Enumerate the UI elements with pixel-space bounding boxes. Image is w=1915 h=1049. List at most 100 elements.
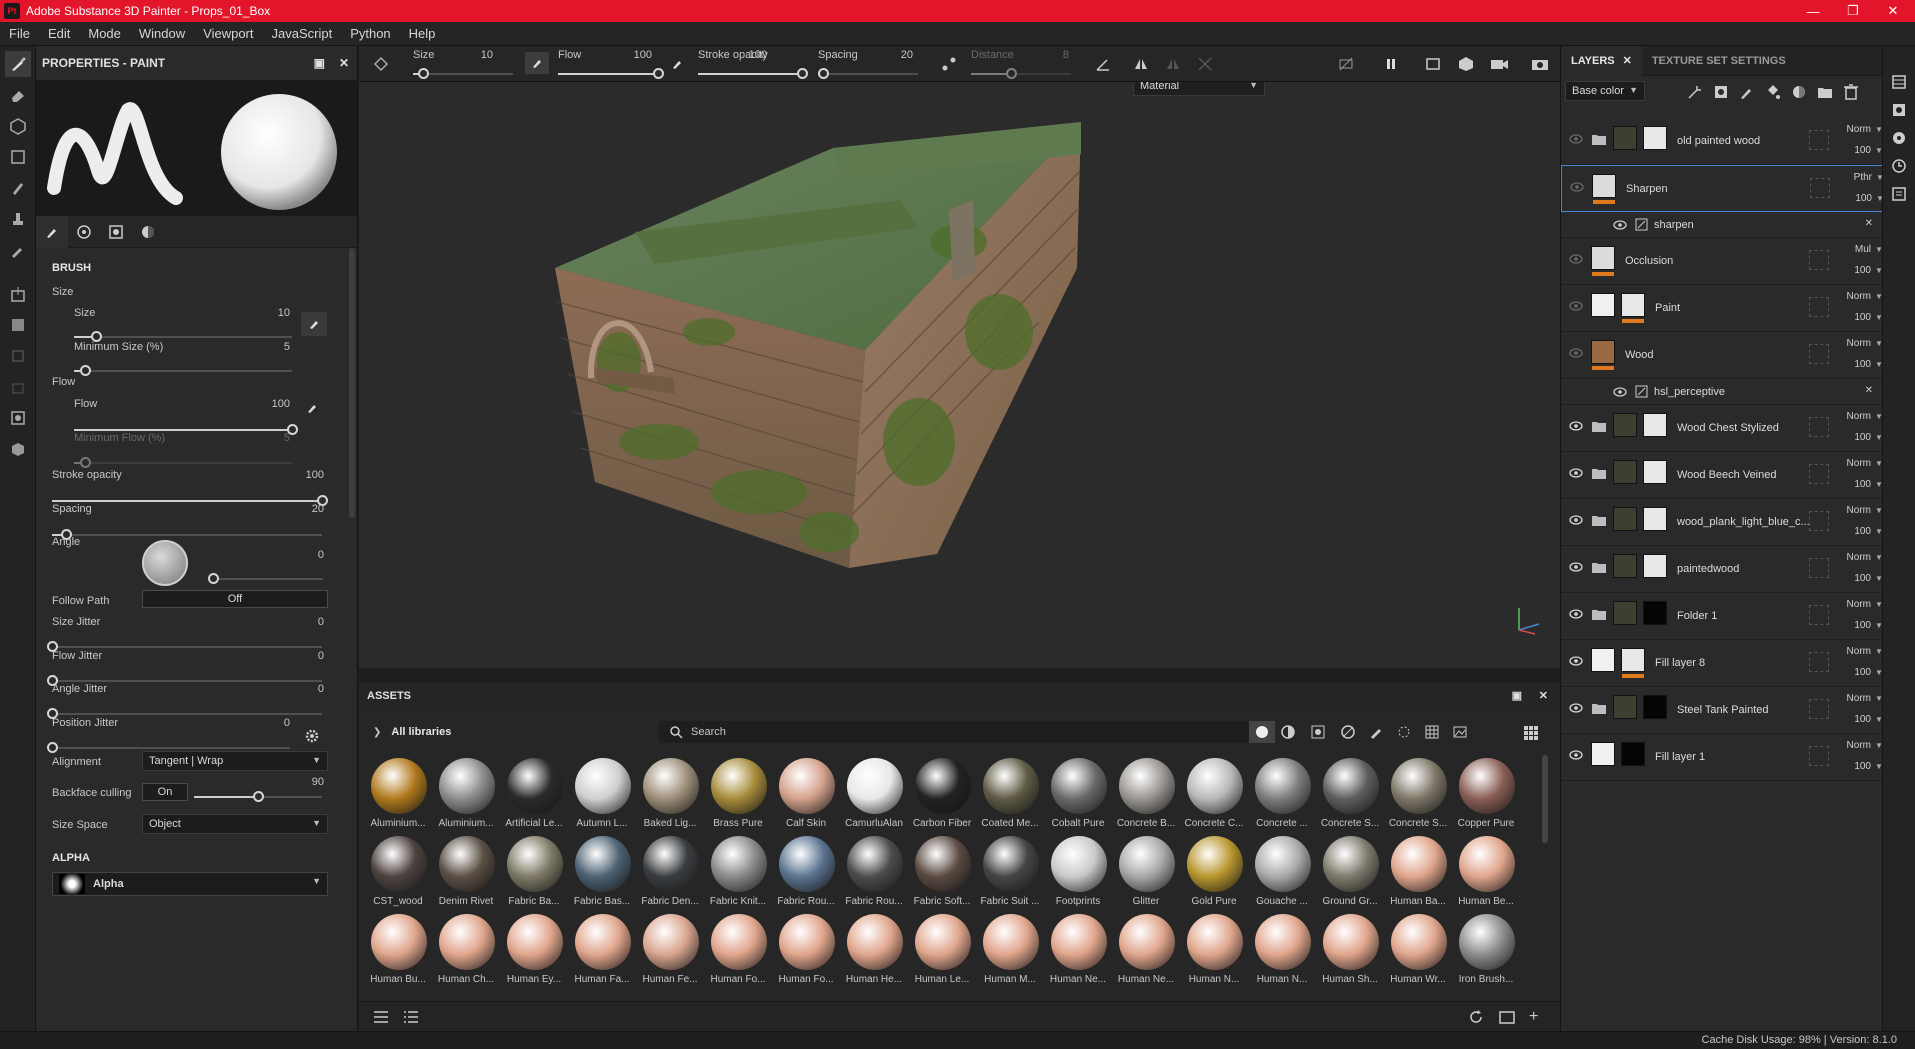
layer-opacity[interactable]: 100 — [1841, 573, 1871, 584]
filter-textures-icon[interactable] — [1425, 725, 1439, 742]
blend-mode[interactable]: Norm — [1841, 740, 1871, 751]
tb-size-handle[interactable] — [418, 68, 429, 79]
asset-thumbnail[interactable]: Concrete S... — [1317, 758, 1383, 836]
layer-opacity[interactable]: 100 — [1841, 714, 1871, 725]
min-size-slider[interactable] — [74, 365, 292, 376]
asset-thumbnail[interactable]: Human Bu... — [365, 914, 431, 992]
asset-thumbnail[interactable]: Ground Gr... — [1317, 836, 1383, 914]
backface-slider-handle[interactable] — [253, 791, 264, 802]
tab-texture-set-settings[interactable]: TEXTURE SET SETTINGS — [1642, 46, 1796, 76]
layer-opacity[interactable]: 100 — [1841, 479, 1871, 490]
shelf-tool[interactable] — [5, 436, 31, 462]
filter-smart-materials-icon[interactable] — [1281, 725, 1295, 742]
history-dock-icon[interactable] — [1891, 158, 1907, 177]
asset-thumbnail[interactable]: Gouache ... — [1249, 836, 1315, 914]
asset-thumbnail[interactable]: Human Wr... — [1385, 914, 1451, 992]
blend-mode[interactable]: Norm — [1841, 291, 1871, 302]
tb-stroke-handle[interactable] — [797, 68, 808, 79]
2d-view-icon[interactable] — [1425, 56, 1443, 75]
asset-thumbnail[interactable]: Autumn L... — [569, 758, 635, 836]
menu-help[interactable]: Help — [400, 26, 445, 41]
filter-masks-icon[interactable] — [1311, 725, 1325, 742]
layer-channel-slot[interactable] — [1809, 130, 1829, 150]
layer-channel-slot[interactable] — [1810, 178, 1830, 198]
layer-opacity[interactable]: 100 — [1841, 432, 1871, 443]
asset-thumbnail[interactable]: Human Fo... — [705, 914, 771, 992]
log-dock-icon[interactable] — [1891, 186, 1907, 205]
asset-thumbnail[interactable]: Human Ne... — [1113, 914, 1179, 992]
layer-row[interactable]: Occlusion Mul ▼ 100 ▼ — [1561, 238, 1883, 285]
asset-thumbnail[interactable]: Cobalt Pure — [1045, 758, 1111, 836]
add-effect-icon[interactable] — [1687, 84, 1703, 103]
position-jitter-slider-handle[interactable] — [47, 742, 58, 753]
tb-pressure-button[interactable] — [525, 52, 549, 74]
pause-icon[interactable] — [1383, 56, 1399, 75]
asset-thumbnail[interactable]: Human Ba... — [1385, 836, 1451, 914]
effect-row[interactable]: sharpen ✕ — [1561, 212, 1883, 238]
channel-select[interactable]: Base color ▼ — [1565, 81, 1645, 101]
backface-culling-toggle[interactable]: On — [142, 783, 188, 801]
menu-javascript[interactable]: JavaScript — [262, 26, 341, 41]
paint-brush-tool[interactable] — [5, 51, 31, 77]
blend-mode[interactable]: Norm — [1841, 124, 1871, 135]
menu-window[interactable]: Window — [130, 26, 194, 41]
eye-icon[interactable] — [1569, 299, 1583, 313]
angle-slider[interactable] — [208, 573, 323, 584]
asset-thumbnail[interactable]: Fabric Bas... — [569, 836, 635, 914]
asset-thumbnail[interactable]: Fabric Ba... — [501, 836, 567, 914]
follow-path-toggle[interactable]: Off — [142, 590, 328, 608]
hide-overlay-icon[interactable] — [1338, 56, 1354, 75]
blend-mode[interactable]: Norm — [1841, 693, 1871, 704]
add-paint-layer-icon[interactable] — [1739, 84, 1755, 103]
eye-icon[interactable] — [1570, 180, 1584, 194]
position-jitter-slider[interactable] — [47, 742, 290, 753]
asset-thumbnail[interactable]: Copper Pure — [1453, 758, 1519, 836]
asset-thumbnail[interactable]: Brass Pure — [705, 758, 771, 836]
layer-row[interactable]: Fill layer 1 Norm ▼ 100 ▼ — [1561, 734, 1883, 781]
eye-icon[interactable] — [1569, 132, 1583, 146]
undock-icon[interactable]: ▣ — [1512, 689, 1522, 702]
blend-mode[interactable]: Norm — [1841, 552, 1871, 563]
filter-materials-button[interactable] — [1249, 721, 1275, 743]
angle-jitter-slider[interactable] — [47, 708, 322, 719]
eye-icon[interactable] — [1613, 385, 1627, 402]
layer-opacity[interactable]: 100 — [1841, 359, 1871, 370]
size-slider[interactable] — [74, 331, 292, 342]
asset-thumbnail[interactable]: Carbon Fiber — [909, 758, 975, 836]
asset-thumbnail[interactable]: Human M... — [977, 914, 1043, 992]
maximize-icon[interactable]: ❐ — [1833, 0, 1873, 22]
asset-thumbnail[interactable]: Human Ne... — [1045, 914, 1111, 992]
angle-constraint-icon[interactable] — [1095, 56, 1111, 75]
asset-thumbnail[interactable]: Concrete B... — [1113, 758, 1179, 836]
lazy-mouse-icon[interactable] — [941, 56, 957, 75]
tb-flow-handle[interactable] — [653, 68, 664, 79]
asset-thumbnail[interactable]: Human Fa... — [569, 914, 635, 992]
eye-icon[interactable] — [1569, 466, 1583, 480]
asset-thumbnail[interactable]: Calf Skin — [773, 758, 839, 836]
blend-mode[interactable]: Norm — [1841, 338, 1871, 349]
symmetry-tool-icon[interactable] — [373, 56, 389, 75]
bake-tool[interactable] — [5, 281, 31, 307]
flow-slider[interactable] — [74, 424, 298, 435]
asset-thumbnail[interactable]: Iron Brush... — [1453, 914, 1519, 992]
minimize-icon[interactable]: — — [1793, 0, 1833, 22]
asset-thumbnail[interactable]: CamurluAlan — [841, 758, 907, 836]
layer-row[interactable]: Sharpen Pthr ▼ 100 ▼ — [1561, 165, 1884, 212]
tab-layers[interactable]: LAYERS ✕ — [1561, 45, 1642, 76]
asset-thumbnail[interactable]: Human Sh... — [1317, 914, 1383, 992]
layer-channel-slot[interactable] — [1809, 699, 1829, 719]
menu-viewport[interactable]: Viewport — [194, 26, 262, 41]
layer-channel-slot[interactable] — [1809, 417, 1829, 437]
layer-opacity[interactable]: 100 — [1841, 145, 1871, 156]
alignment-select[interactable]: Tangent | Wrap ▼ — [142, 751, 328, 771]
layer-opacity[interactable]: 100 — [1841, 761, 1871, 772]
add-fill-layer-icon[interactable] — [1765, 84, 1781, 103]
layer-row[interactable]: Paint Norm ▼ 100 ▼ — [1561, 285, 1883, 332]
tab-alpha[interactable] — [68, 216, 100, 248]
close-tab-icon[interactable]: ✕ — [1623, 54, 1632, 67]
asset-thumbnail[interactable]: Coated Me... — [977, 758, 1043, 836]
3d-view-icon[interactable] — [1457, 56, 1475, 75]
list-view-icon[interactable] — [373, 1010, 389, 1027]
tb-size-slider[interactable] — [413, 68, 513, 79]
eye-icon[interactable] — [1569, 607, 1583, 621]
